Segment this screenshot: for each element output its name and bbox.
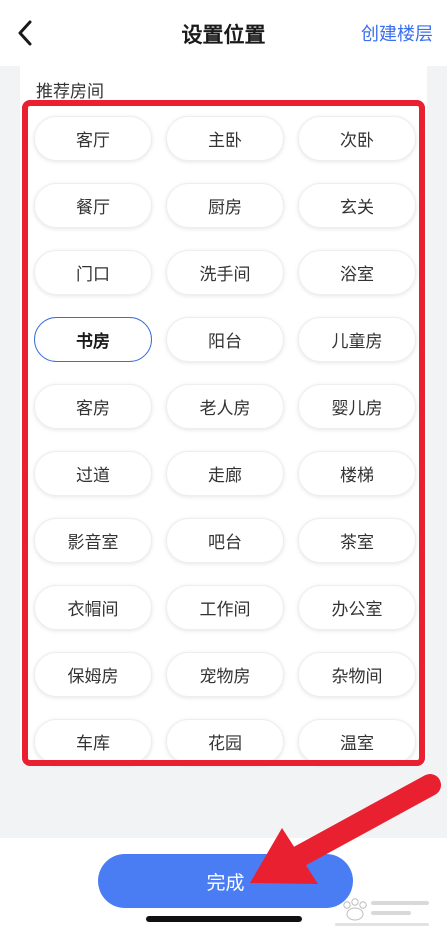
- section-label: 推荐房间: [36, 82, 104, 102]
- top-nav-bar: 设置位置 创建楼层: [0, 0, 447, 66]
- home-indicator: [146, 916, 302, 922]
- done-button[interactable]: 完成: [98, 854, 353, 908]
- annotation-red-frame: [22, 100, 425, 766]
- baidu-paw-watermark-icon: [335, 898, 429, 926]
- create-floor-link[interactable]: 创建楼层: [361, 20, 433, 46]
